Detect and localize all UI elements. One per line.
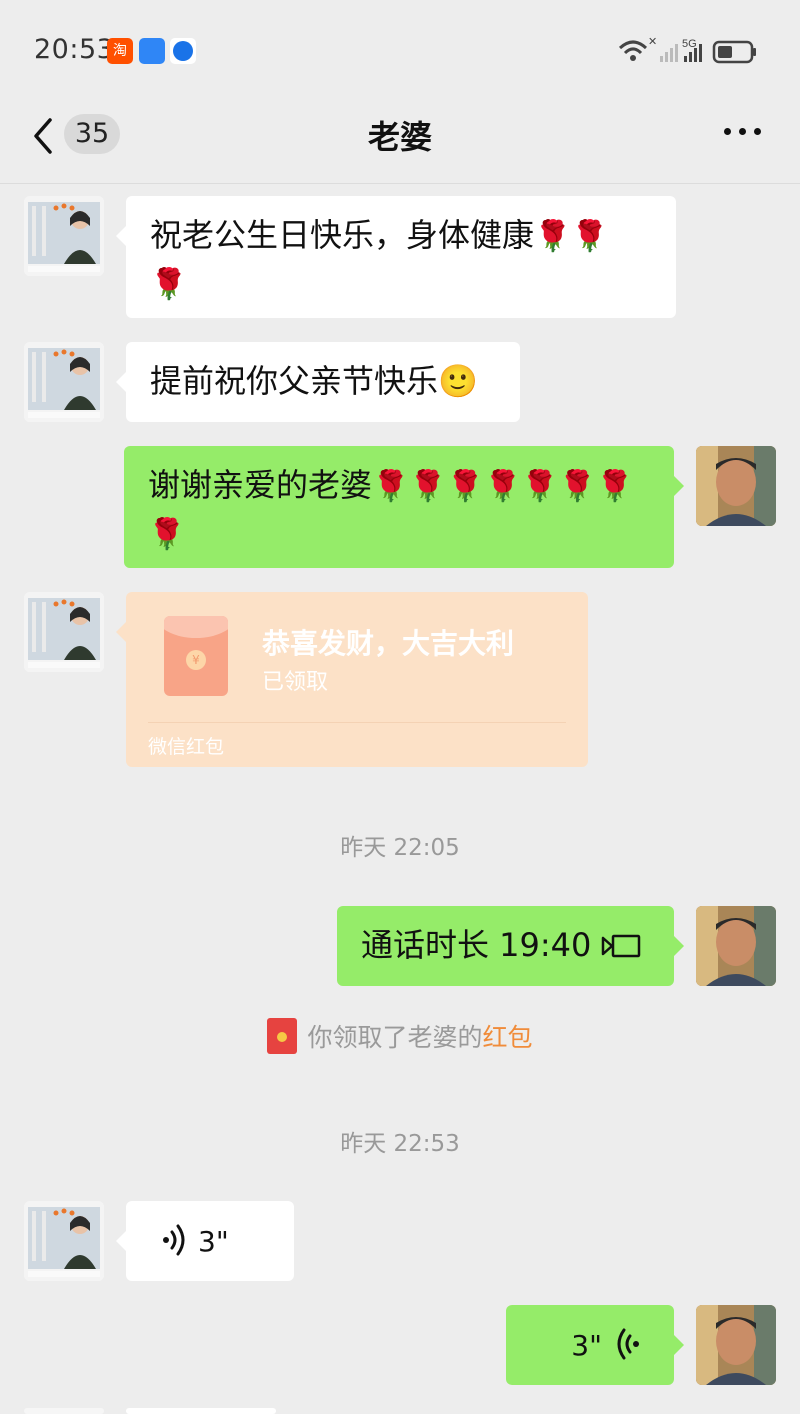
more-icon[interactable] <box>724 128 762 138</box>
red-packet-status: 已领取 <box>262 670 329 695</box>
red-packet-footer: 微信红包 <box>148 736 225 758</box>
taobao-icon: 淘 <box>107 38 133 64</box>
message-text: 提前祝你父亲节快乐 <box>150 362 439 400</box>
browser-icon <box>170 38 196 64</box>
battery-icon <box>712 40 756 64</box>
system-message: 你领取了老婆的红包 <box>0 1018 800 1054</box>
voice-wave-icon <box>617 1328 639 1360</box>
svg-text:✕: ✕ <box>648 36 657 48</box>
red-packet-icon <box>267 1018 298 1054</box>
chat-title: 老婆 <box>367 118 432 156</box>
red-packet-card[interactable]: ¥ 恭喜发财，大吉大利 已领取 微信红包 <box>116 592 588 767</box>
red-packet-icon: ¥ <box>164 616 228 696</box>
contact-avatar[interactable] <box>24 196 104 276</box>
my-avatar[interactable] <box>696 1305 776 1385</box>
contact-avatar[interactable] <box>24 1201 104 1281</box>
divider <box>148 722 566 723</box>
status-time: 20:53 <box>34 34 115 65</box>
message-bubble[interactable]: 提前祝你父亲节快乐🙂 <box>116 342 520 422</box>
status-bar: 20:53 淘 ✕ 5G <box>0 0 800 100</box>
timestamp: 昨天 22:05 <box>340 835 460 861</box>
call-duration-text: 通话时长 19:40 <box>361 926 592 964</box>
message-bubble[interactable]: 谢谢亲爱的老婆🌹🌹🌹🌹🌹🌹🌹 🌹 <box>124 446 684 568</box>
signal-icon <box>660 44 678 62</box>
timestamp: 昨天 22:53 <box>340 1131 460 1157</box>
message-bubble[interactable]: 祝老公生日快乐，身体健康🌹🌹 🌹 <box>116 196 676 318</box>
message-text: 谢谢亲爱的老婆 <box>148 466 373 504</box>
voice-wave-icon <box>163 1224 185 1256</box>
wifi-icon: ✕ <box>618 36 657 61</box>
voice-duration: 3" <box>571 1329 602 1362</box>
app-store-icon <box>139 38 165 64</box>
red-packet-title: 恭喜发财，大吉大利 <box>262 627 515 660</box>
voice-message-bubble[interactable]: 3" <box>116 1201 294 1281</box>
voice-duration: 3" <box>198 1225 229 1258</box>
message-bubble[interactable] <box>126 1408 276 1414</box>
status-icons: ✕ 5G <box>618 36 756 64</box>
message-text: 祝老公生日快乐，身体健康 <box>150 216 535 254</box>
my-avatar[interactable] <box>696 446 776 526</box>
system-message-text: 你领取了老婆的 <box>307 1023 483 1052</box>
contact-avatar[interactable] <box>24 592 104 672</box>
smile-emoji: 🙂 <box>438 362 478 400</box>
contact-avatar[interactable] <box>24 1408 104 1414</box>
my-avatar[interactable] <box>696 906 776 986</box>
call-record-bubble[interactable]: 通话时长 19:40 <box>337 906 684 986</box>
video-call-icon <box>602 934 641 958</box>
contact-avatar[interactable] <box>24 342 104 422</box>
voice-message-bubble[interactable]: 3" <box>506 1305 684 1385</box>
chat-header: 35 老婆 <box>0 100 800 184</box>
red-packet-link[interactable]: 红包 <box>483 1023 533 1052</box>
